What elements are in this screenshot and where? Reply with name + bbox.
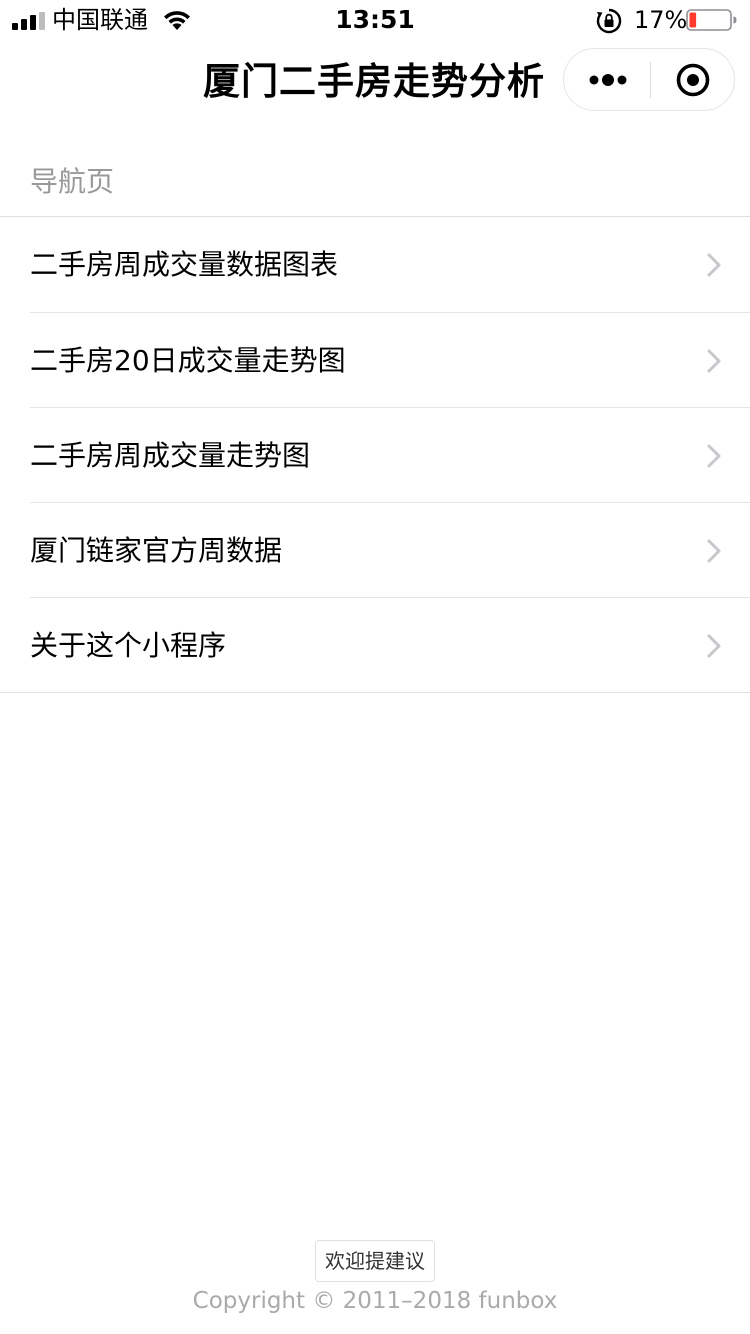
chevron-right-icon (707, 444, 721, 468)
menu-item-label: 二手房周成交量数据图表 (30, 248, 339, 281)
battery-percentage: 17% (634, 6, 688, 34)
menu-item-label: 二手房20日成交量走势图 (30, 344, 346, 377)
menu-item-weekly-volume-table[interactable]: 二手房周成交量数据图表 (30, 217, 750, 312)
close-target-icon[interactable] (651, 49, 735, 110)
mini-program-capsule (563, 48, 735, 111)
menu-item-label: 关于这个小程序 (30, 629, 227, 662)
menu-item-20day-volume-trend[interactable]: 二手房20日成交量走势图 (30, 312, 750, 407)
chevron-right-icon (707, 253, 721, 277)
chevron-right-icon (707, 349, 721, 373)
section-header: 导航页 (30, 165, 115, 198)
more-dots-icon[interactable] (564, 49, 650, 110)
chevron-right-icon (707, 634, 721, 658)
battery-icon (686, 9, 737, 31)
menu-item-label: 二手房周成交量走势图 (30, 439, 311, 472)
copyright-text: Copyright © 2011–2018 funbox (192, 1288, 558, 1314)
status-bar: 中国联通 13:51 17% (0, 0, 750, 40)
rotation-lock-icon (596, 8, 622, 34)
menu-item-weekly-volume-trend[interactable]: 二手房周成交量走势图 (30, 407, 750, 502)
nav-menu-list: 二手房周成交量数据图表 二手房20日成交量走势图 二手房周成交量走势图 厦门链家… (0, 216, 750, 693)
menu-item-lianjia-weekly-data[interactable]: 厦门链家官方周数据 (30, 502, 750, 597)
menu-item-about[interactable]: 关于这个小程序 (30, 597, 750, 692)
page-title: 厦门二手房走势分析 (203, 60, 545, 103)
menu-item-label: 厦门链家官方周数据 (30, 534, 283, 567)
chevron-right-icon (707, 539, 721, 563)
feedback-button[interactable]: 欢迎提建议 (315, 1240, 435, 1282)
